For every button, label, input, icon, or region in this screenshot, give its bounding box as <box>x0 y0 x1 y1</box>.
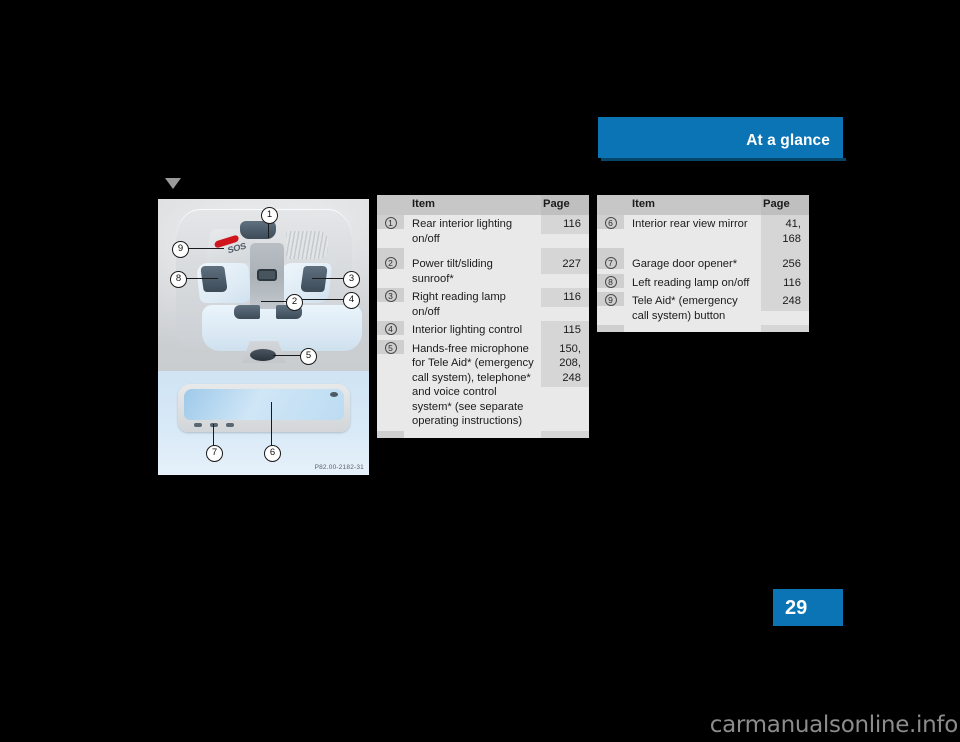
row-item-text: Power tilt/sliding sunroof* <box>404 255 541 288</box>
leader-line-5 <box>273 355 301 356</box>
table-row: 8 Left reading lamp on/off 116 <box>597 273 809 292</box>
leader-line-7 <box>213 424 214 446</box>
row-page-number: 227 <box>541 255 589 274</box>
interior-lighting-control-left[interactable] <box>234 305 260 319</box>
callout-3: 3 <box>343 271 360 288</box>
row-number: 5 <box>377 339 404 354</box>
row-number: 4 <box>377 321 404 335</box>
row-item-text: Left reading lamp on/off <box>624 273 761 292</box>
leader-line-9 <box>188 248 224 249</box>
row-item-text: Tele Aid* (emergency call system) button <box>624 292 761 325</box>
table-header-row: Item Page <box>597 195 809 215</box>
callout-5: 5 <box>300 348 317 365</box>
table-row: 6 Interior rear view mirror 41, 168 <box>597 215 809 248</box>
section-triangle-marker <box>165 178 181 189</box>
item-badge: 1 <box>384 217 397 229</box>
callout-9: 9 <box>172 241 189 258</box>
site-watermark: carmanualsonline.info <box>709 712 959 738</box>
table-row: 1 Rear interior lighting on/off 116 <box>377 215 589 248</box>
right-reading-lamp-button[interactable] <box>300 266 328 292</box>
garage-button-1[interactable] <box>194 423 202 427</box>
leader-line-3 <box>312 278 344 279</box>
section-header: At a glance <box>598 117 843 158</box>
table-row: 3 Right reading lamp on/off 116 <box>377 288 589 321</box>
leader-line-2 <box>261 301 287 302</box>
row-item-text: Interior rear view mirror <box>624 215 761 234</box>
item-badge: 7 <box>604 257 617 269</box>
item-badge: 4 <box>384 323 397 335</box>
row-number: 7 <box>597 255 624 269</box>
row-number: 2 <box>377 255 404 269</box>
header-cell-page: Page <box>541 195 589 215</box>
section-header-shadow <box>601 158 846 161</box>
section-header-title: At a glance <box>746 132 830 149</box>
row-item-text: Right reading lamp on/off <box>404 288 541 321</box>
row-item-text: Interior lighting control <box>404 321 541 340</box>
overhead-console-illustration: SOS 1 9 8 3 2 4 5 6 7 P82.00-2182-31 <box>158 199 369 475</box>
table-row: 7 Garage door opener* 256 <box>597 255 809 274</box>
row-item-text: Garage door opener* <box>624 255 761 274</box>
callout-1: 1 <box>261 207 278 224</box>
table-header-row: Item Page <box>377 195 589 215</box>
leader-line-6 <box>271 402 272 446</box>
row-page-number: 256 <box>761 255 809 274</box>
row-item-text: Rear interior lighting on/off <box>404 215 541 248</box>
row-number: 1 <box>377 215 404 229</box>
table-row: 2 Power tilt/sliding sunroof* 227 <box>377 255 589 288</box>
mirror-sensor-icon <box>330 392 338 397</box>
garage-button-3[interactable] <box>226 423 234 427</box>
item-badge: 9 <box>604 294 617 306</box>
page-number: 29 <box>785 597 808 619</box>
row-page-number: 115 <box>541 321 589 340</box>
row-page-number: 248 <box>761 292 809 311</box>
row-page-number: 41, 168 <box>761 215 809 248</box>
mirror-glass <box>184 389 344 420</box>
header-cell-item: Item <box>404 195 541 215</box>
speaker-grille-icon <box>286 231 328 259</box>
garage-button-2[interactable] <box>210 423 218 427</box>
callout-6: 6 <box>264 445 281 462</box>
header-cell-number <box>597 195 624 215</box>
left-reading-lamp-button[interactable] <box>200 266 228 292</box>
figure-caption: P82.00-2182-31 <box>314 464 364 471</box>
row-page-number: 116 <box>541 288 589 307</box>
table-row: 5 Hands-free microphone for Tele Aid* (e… <box>377 339 589 431</box>
row-spacer <box>377 248 589 255</box>
page-number-tab: 29 <box>773 589 843 626</box>
row-number: 8 <box>597 273 624 288</box>
garage-door-opener-buttons[interactable] <box>194 423 234 427</box>
item-badge: 3 <box>384 290 397 302</box>
header-cell-page: Page <box>761 195 809 215</box>
table-row: 9 Tele Aid* (emergency call system) butt… <box>597 292 809 325</box>
table-overhead-console-right: Item Page 6 Interior rear view mirror 41… <box>597 195 809 332</box>
row-item-text: Hands-free microphone for Tele Aid* (eme… <box>404 339 541 431</box>
row-page-number: 116 <box>761 273 809 292</box>
callout-7: 7 <box>206 445 223 462</box>
row-spacer <box>377 430 589 438</box>
leader-line-8 <box>185 278 218 279</box>
sunroof-switch-knob[interactable] <box>257 269 277 281</box>
row-page-number: 116 <box>541 215 589 234</box>
item-badge: 6 <box>604 217 617 229</box>
callout-4: 4 <box>343 292 360 309</box>
item-badge: 8 <box>604 275 617 288</box>
table-overhead-console-left: Item Page 1 Rear interior lighting on/of… <box>377 195 589 438</box>
header-cell-item: Item <box>624 195 761 215</box>
row-number: 9 <box>597 292 624 306</box>
row-spacer <box>597 325 809 332</box>
row-page-number: 150, 208, 248 <box>541 339 589 387</box>
header-cell-number <box>377 195 404 215</box>
row-number: 3 <box>377 288 404 302</box>
item-badge: 5 <box>384 341 397 354</box>
row-number: 6 <box>597 215 624 229</box>
callout-8: 8 <box>170 271 187 288</box>
row-spacer <box>597 248 809 255</box>
interior-rear-view-mirror <box>178 384 350 432</box>
item-badge: 2 <box>384 257 397 269</box>
table-row: 4 Interior lighting control 115 <box>377 321 589 340</box>
manual-page: At a glance 29 SOS 1 9 8 3 2 4 5 6 7 P82… <box>0 0 960 742</box>
callout-2: 2 <box>286 294 303 311</box>
